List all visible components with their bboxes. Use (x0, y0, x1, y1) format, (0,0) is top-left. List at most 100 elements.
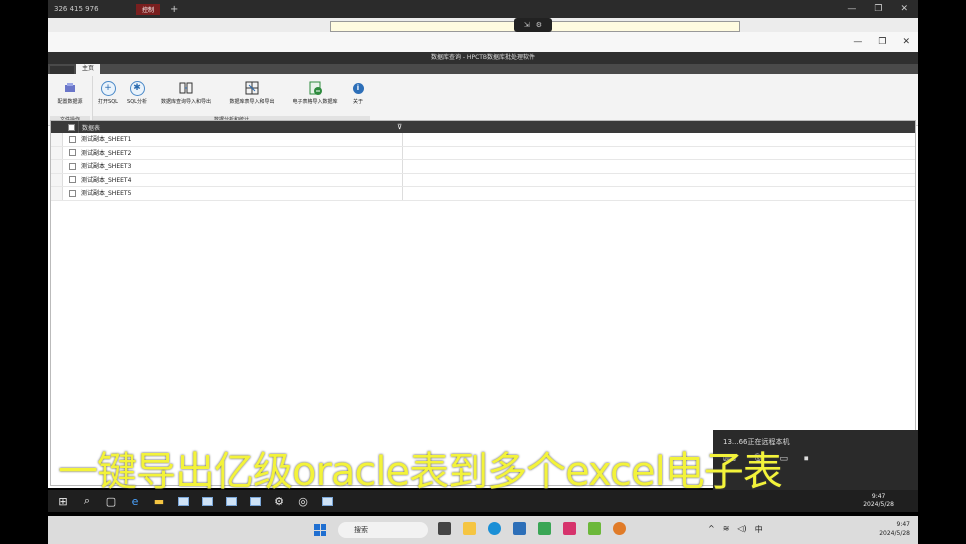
pinned-app-icon[interactable] (438, 522, 451, 535)
video-caption: 一键导出亿级oracle表到多个excel电子表 (58, 449, 783, 495)
app-minimize-icon[interactable]: — (853, 37, 862, 47)
local-clock[interactable]: 9:47 2024/5/28 (879, 520, 910, 538)
db-table-import-export-button[interactable]: 数据库表导入和导出 (221, 80, 283, 105)
remote-control-pill[interactable]: ⇲ ⚙ (514, 18, 552, 32)
edge-icon[interactable] (488, 522, 501, 535)
close-icon[interactable]: ✕ (900, 4, 908, 14)
remote-session-label[interactable]: 326 415 976 (48, 5, 128, 13)
config-datasource-label: 配置数据源 (57, 99, 83, 105)
ime-indicator[interactable]: 中 (755, 524, 763, 535)
grid-header: 数据表 ⊽ (51, 121, 915, 133)
ie-icon[interactable]: e (128, 494, 142, 508)
row-checkbox[interactable] (69, 162, 76, 170)
db-query-import-export-label: 数据库查询导入和导出 (160, 99, 211, 105)
system-tray: ^ ≋ ◁) 中 (708, 524, 763, 535)
table-row[interactable]: 测试副本_SHEET1 (51, 133, 915, 147)
table-name-cell[interactable]: 测试副本_SHEET5 (81, 187, 403, 200)
screen: 326 415 976 控制 + — ❐ ✕ ⇲ ⚙ — ❐ ✕ 数据库查询 -… (0, 0, 966, 544)
excel-import-db-button[interactable]: 电子表格导入数据库 (285, 80, 345, 105)
row-checkbox[interactable] (69, 149, 76, 157)
wifi-icon[interactable]: ≋ (723, 524, 730, 535)
remote-toolbar-strip: ⇲ ⚙ (48, 18, 918, 32)
task-view-icon[interactable]: ▢ (104, 494, 118, 508)
about-label: 关于 (352, 99, 363, 105)
tool-icon[interactable]: ⚙ (272, 494, 286, 508)
info-icon: i (350, 80, 366, 96)
sql-analysis-button[interactable]: ✱ SQL分析 (123, 80, 151, 105)
start-icon[interactable]: ⊞ (56, 494, 70, 508)
row-indicator (51, 187, 63, 200)
ribbon-group-file: 配置数据源 文件操作 (50, 76, 90, 124)
row-checkbox[interactable] (69, 135, 76, 143)
app-close-icon[interactable]: ✕ (902, 37, 910, 47)
app-window: — ❐ ✕ 数据库查询 - HPCTB数据库批处理软件 主页 配置数据源 文件操… (48, 32, 918, 488)
table-name-cell[interactable]: 测试副本_SHEET4 (81, 173, 403, 186)
app-menu-tab[interactable] (50, 66, 74, 74)
db-import-icon (178, 80, 194, 96)
config-datasource-button[interactable]: 配置数据源 (53, 80, 87, 105)
row-checkbox[interactable] (69, 176, 76, 184)
taskbar-search-input[interactable]: 搜索 (338, 522, 428, 538)
db-query-import-export-button[interactable]: 数据库查询导入和导出 (153, 80, 219, 105)
local-clock-date: 2024/5/28 (879, 530, 910, 537)
folder-icon[interactable]: ▬ (152, 494, 166, 508)
settings-icon[interactable]: ⚙ (536, 21, 542, 29)
table-row[interactable]: 测试副本_SHEET5 (51, 187, 915, 201)
table-name-cell[interactable]: 测试副本_SHEET3 (81, 160, 403, 173)
table-row[interactable]: 测试副本_SHEET3 (51, 160, 915, 174)
database-icon (62, 80, 78, 96)
remote-clock-date: 2024/5/28 (863, 501, 894, 508)
app-restore-icon[interactable]: ❐ (878, 37, 886, 47)
ribbon-tabs: 主页 (48, 64, 918, 74)
remote-clock-time: 9:47 (871, 493, 886, 500)
remote-notice-message: 13...66正在远程本机 (723, 438, 790, 446)
table-row[interactable]: 测试副本_SHEET4 (51, 173, 915, 187)
app-window-icon[interactable] (176, 494, 190, 508)
remote-clock[interactable]: 9:47 2024/5/28 (863, 493, 918, 509)
table-row[interactable]: 测试副本_SHEET2 (51, 146, 915, 160)
db-table-import-export-label: 数据库表导入和导出 (229, 99, 275, 105)
row-indicator (51, 146, 63, 159)
table-name-cell[interactable]: 测试副本_SHEET2 (81, 146, 403, 159)
windows-start-icon[interactable] (314, 524, 326, 536)
app-window-icon[interactable] (224, 494, 238, 508)
row-checkbox[interactable] (69, 189, 76, 197)
folder-icon[interactable] (463, 522, 476, 535)
column-header-tables[interactable]: 数据表 ⊽ (79, 123, 915, 132)
pinned-app-icon[interactable] (538, 522, 551, 535)
minimize-icon[interactable]: — (847, 4, 856, 14)
excel-import-db-label: 电子表格导入数据库 (292, 99, 338, 105)
app-window-icon[interactable] (248, 494, 262, 508)
remote-taskbar: ⊞ ⌕ ▢ e ▬ ⚙ ◎ 9:47 2024/5/28 (48, 490, 918, 512)
pinned-apps (438, 522, 626, 535)
select-all-checkbox[interactable] (68, 123, 75, 131)
select-all-cell[interactable] (51, 121, 79, 133)
remote-control-tab[interactable]: 控制 (136, 3, 161, 15)
open-sql-button[interactable]: + 打开SQL (95, 80, 121, 105)
chrome-icon[interactable]: ◎ (296, 494, 310, 508)
tab-home[interactable]: 主页 (76, 64, 101, 74)
search-icon[interactable]: ⌕ (80, 494, 94, 508)
local-clock-time: 9:47 (896, 521, 910, 528)
collapse-icon[interactable]: ⇲ (524, 21, 530, 29)
excel-import-icon (307, 80, 323, 96)
about-button[interactable]: i 关于 (347, 80, 369, 105)
plus-circle-icon: + (100, 80, 116, 96)
local-taskbar: 搜索 ^ ≋ ◁) 中 9:47 2024/5/28 (48, 516, 918, 544)
app-window-icon[interactable] (200, 494, 214, 508)
volume-icon[interactable]: ◁) (737, 524, 746, 535)
pinned-app-icon[interactable] (563, 522, 576, 535)
row-indicator (51, 160, 63, 173)
app-window-icon[interactable] (320, 494, 334, 508)
new-tab-button[interactable]: + (170, 4, 178, 15)
open-sql-label: 打开SQL (98, 99, 118, 105)
pinned-app-icon[interactable] (613, 522, 626, 535)
chevron-up-icon[interactable]: ^ (708, 524, 715, 535)
sql-analysis-label: SQL分析 (127, 99, 147, 105)
pinned-app-icon[interactable] (588, 522, 601, 535)
filter-icon[interactable]: ⊽ (397, 123, 402, 131)
column-header-label: 数据表 (82, 124, 101, 132)
table-name-cell[interactable]: 测试副本_SHEET1 (81, 133, 403, 146)
restore-icon[interactable]: ❐ (874, 4, 882, 14)
pinned-app-icon[interactable] (513, 522, 526, 535)
